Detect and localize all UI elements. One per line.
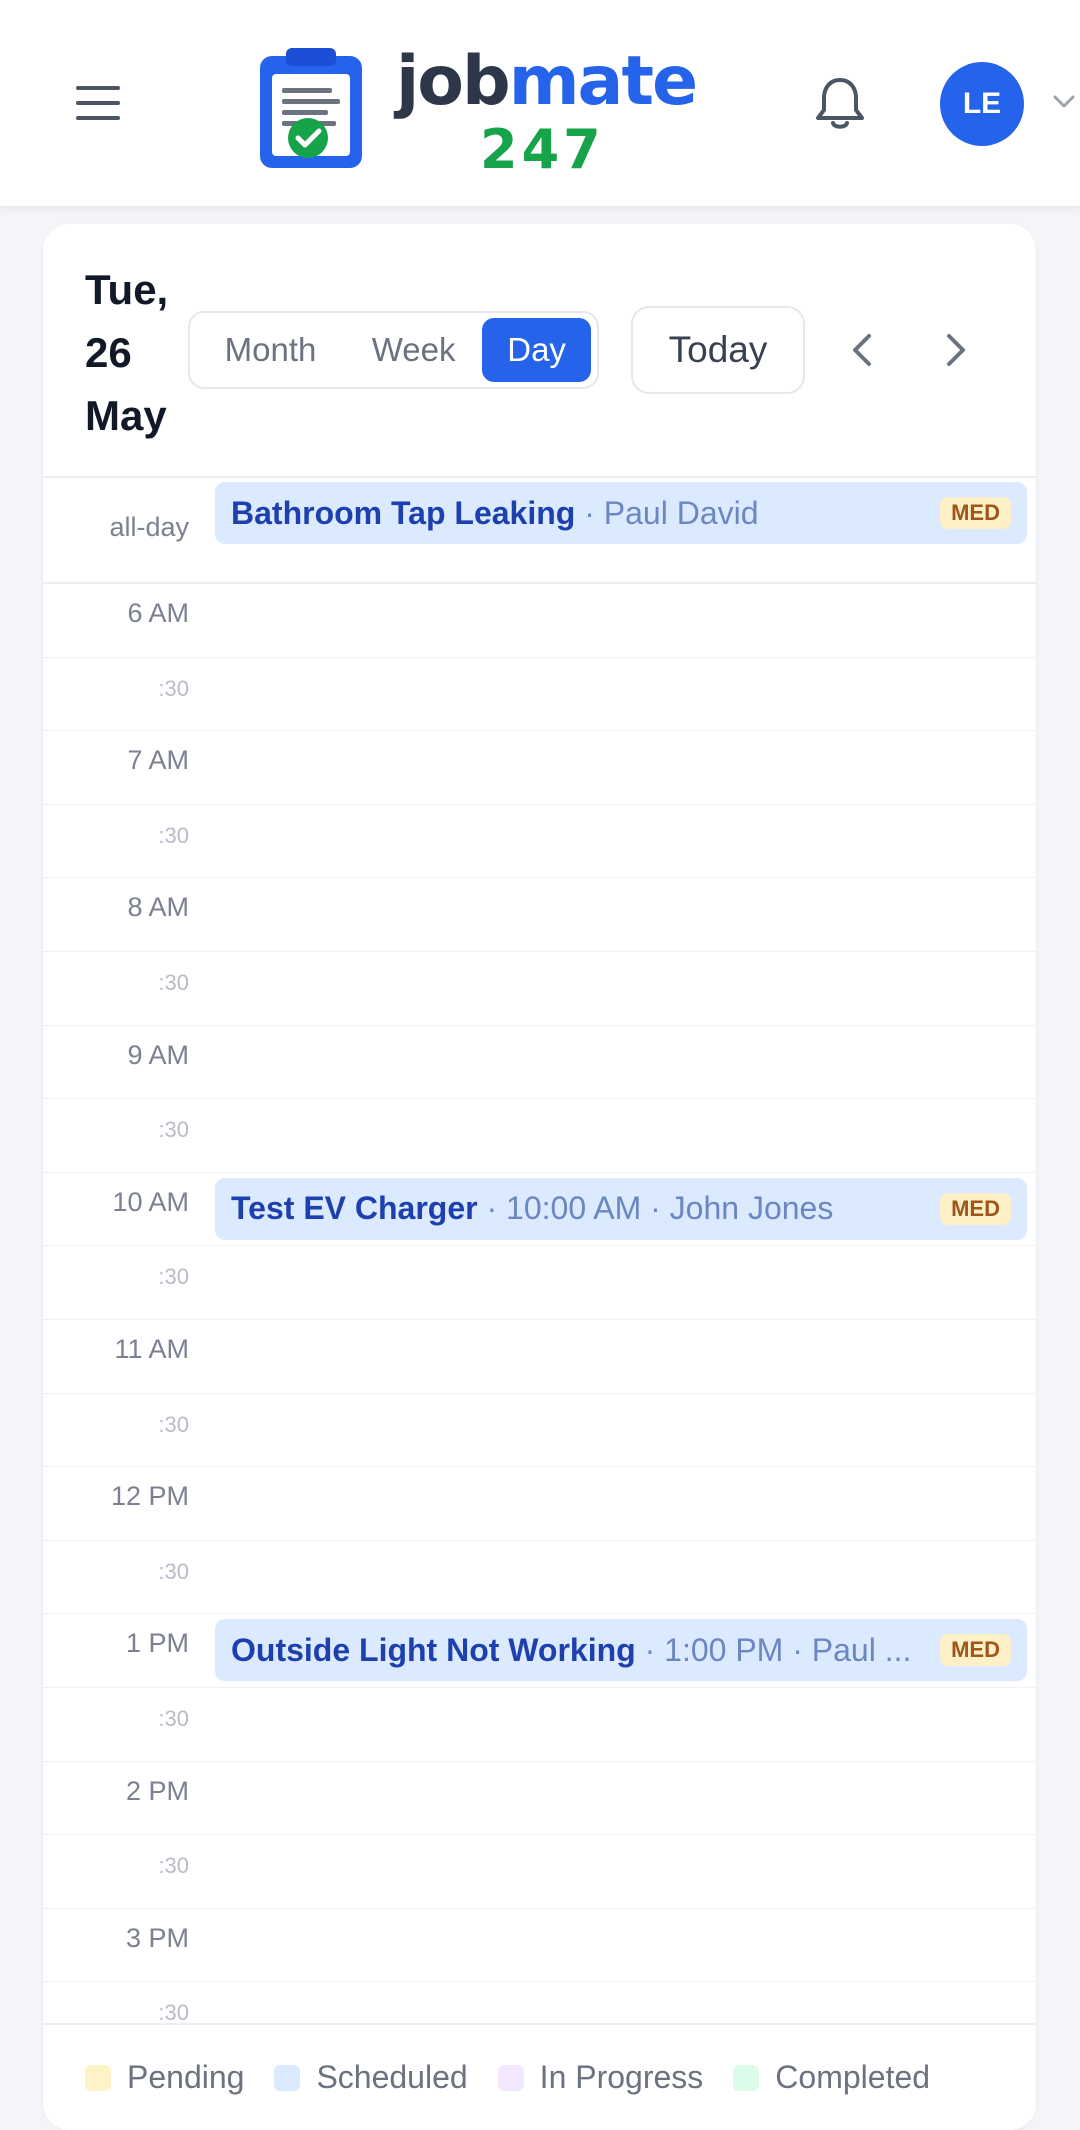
user-avatar[interactable]: LE [940,62,1024,146]
allday-event[interactable]: Bathroom Tap Leaking · Paul David MED [215,482,1027,544]
legend-item-in-progress: In Progress [497,2059,704,2096]
time-label: :30 [158,822,189,848]
legend-swatch [274,2064,301,2091]
time-label: 12 PM [110,1481,189,1512]
time-slot[interactable]: :30 [43,952,1036,1026]
view-month-button[interactable]: Month [196,318,345,382]
time-label: 9 AM [127,1039,189,1070]
time-label: 7 AM [127,745,189,776]
legend-swatch [733,2064,760,2091]
legend-swatch [497,2064,524,2091]
time-label: 6 AM [127,598,189,628]
time-label: :30 [158,1853,189,1879]
time-slot[interactable]: 2 PM [43,1762,1036,1836]
time-slot[interactable]: :30 [43,1099,1036,1173]
time-label: 3 PM [125,1922,189,1953]
time-label: 1 PM [125,1628,189,1659]
logo-word-mate: mate [508,42,698,121]
allday-row: all-day Bathroom Tap Leaking · Paul Davi… [43,478,1036,584]
time-slot[interactable]: 7 AM [43,731,1036,805]
time-slot[interactable]: 11 AM [43,1320,1036,1394]
event-test-ev-charger[interactable]: Test EV Charger · 10:00 AM · John Jones … [215,1177,1027,1240]
today-button[interactable]: Today [631,306,805,394]
view-day-button[interactable]: Day [482,318,591,382]
legend-label: Scheduled [316,2059,468,2095]
time-slot[interactable]: :30 [43,1246,1036,1320]
logo-clipboard-icon [260,48,362,168]
time-label: :30 [158,675,189,701]
priority-badge: MED [940,497,1011,529]
time-slot[interactable]: :30 [43,1541,1036,1615]
status-legend: Pending Scheduled In Progress Completed [43,2023,1036,2130]
event-meta: · 1:00 PM · Paul ... [635,1631,912,1668]
legend-label: In Progress [539,2059,704,2095]
allday-label: all-day [109,512,189,542]
hamburger-menu-icon[interactable] [76,86,120,120]
time-slot[interactable]: 8 AM [43,878,1036,952]
logo-word-job: job [396,42,511,121]
time-slot[interactable]: :30 [43,805,1036,879]
time-label: :30 [158,1411,189,1437]
time-label: 10 AM [112,1186,189,1217]
time-slot[interactable]: 6 AM [43,584,1036,658]
time-label: 11 AM [114,1333,189,1364]
legend-label: Completed [775,2059,931,2095]
legend-item-completed: Completed [733,2059,930,2096]
time-slot[interactable]: 10 AM Test EV Charger · 10:00 AM · John … [43,1173,1036,1247]
time-label: 8 AM [127,892,189,923]
logo-wordmark: jobmate 247 [396,38,698,181]
time-slot[interactable]: 1 PM Outside Light Not Working · 1:00 PM… [43,1614,1036,1688]
time-slot[interactable]: :30 [43,1835,1036,1909]
event-title: Outside Light Not Working [231,1631,636,1668]
priority-badge: MED [940,1192,1011,1225]
legend-item-scheduled: Scheduled [274,2059,468,2096]
event-title: Test EV Charger [231,1190,478,1227]
time-label: :30 [158,1264,189,1290]
legend-item-pending: Pending [85,2059,244,2096]
time-label: :30 [158,1705,189,1731]
bell-icon[interactable] [814,76,866,132]
logo-number: 247 [480,118,605,181]
time-slot[interactable]: 12 PM [43,1467,1036,1541]
time-slot[interactable]: :30 [43,658,1036,732]
calendar-date-title: Tue, 26 May [85,266,169,439]
chevron-left-icon[interactable] [843,328,883,372]
calendar-card: Tue, 26 May Month Week Day Today all-day… [43,224,1036,2130]
legend-swatch [85,2064,111,2091]
event-outside-light[interactable]: Outside Light Not Working · 1:00 PM · Pa… [215,1619,1027,1682]
time-slot[interactable]: 9 AM [43,1026,1036,1100]
event-title: Bathroom Tap Leaking [231,494,576,531]
event-meta: · 10:00 AM · John Jones [477,1190,834,1227]
time-label: :30 [158,1558,189,1584]
event-meta: · Paul David [575,494,759,531]
time-slot[interactable]: 3 PM [43,1909,1036,1983]
view-week-button[interactable]: Week [345,318,482,382]
app-header: jobmate 247 LE [0,0,1080,208]
legend-label: Pending [127,2059,245,2095]
time-label: 2 PM [125,1775,189,1806]
time-grid: 6 AM :30 7 AM :30 8 AM :30 9 AM :30 10 A… [43,584,1036,2056]
time-label: :30 [158,969,189,995]
chevron-right-icon[interactable] [935,328,975,372]
time-label: :30 [158,1117,189,1143]
priority-badge: MED [940,1634,1011,1667]
time-slot[interactable]: :30 [43,1394,1036,1468]
time-slot[interactable]: :30 [43,1688,1036,1762]
view-toggle: Month Week Day [188,311,599,389]
chevron-down-icon[interactable] [1052,92,1076,112]
